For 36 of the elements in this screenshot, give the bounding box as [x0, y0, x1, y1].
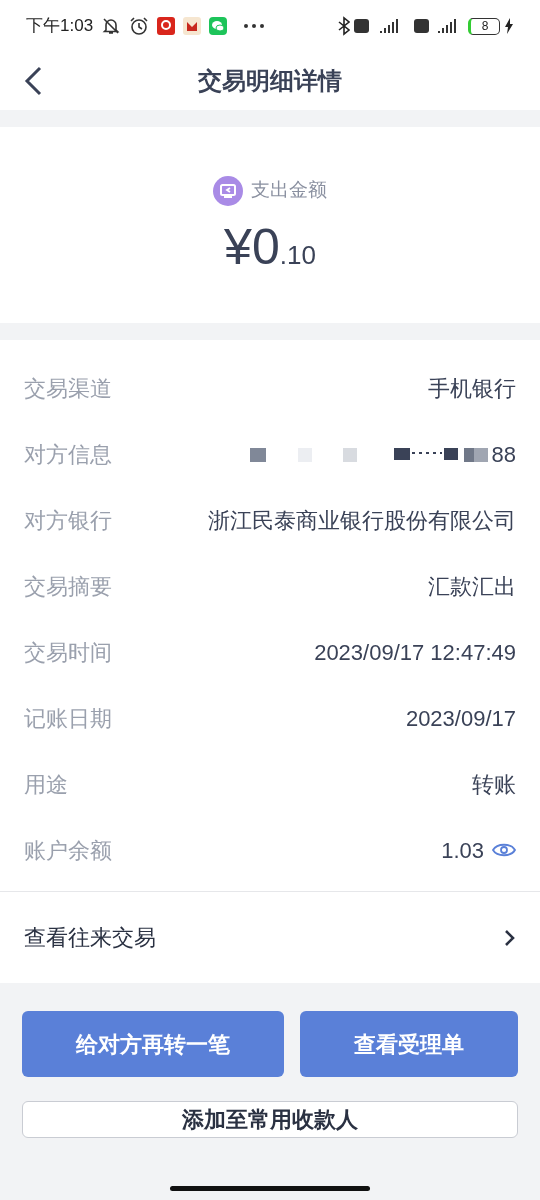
detail-label: 用途 — [24, 770, 68, 799]
history-link[interactable]: 查看往来交易 — [24, 921, 156, 954]
detail-label: 对方信息 — [24, 440, 112, 469]
app-icon — [157, 17, 176, 35]
detail-label: 交易摘要 — [24, 572, 112, 601]
status-time: 下午1:03 — [26, 15, 94, 38]
detail-value: 88 — [491, 440, 516, 469]
action-button[interactable]: 给对方再转一笔 — [22, 1011, 284, 1077]
page-title: 交易明细详情 — [198, 66, 342, 96]
detail-label: 账户余额 — [24, 836, 112, 865]
amount-value: ¥0.10 — [224, 221, 316, 275]
battery-icon: 8 — [468, 17, 500, 35]
action-button[interactable]: 添加至常用收款人 — [22, 1101, 518, 1138]
detail-label: 交易渠道 — [24, 374, 112, 403]
detail-value: 手机银行 — [428, 374, 516, 403]
detail-value: 2023/09/17 12:47:49 — [314, 638, 516, 667]
detail-label: 对方银行 — [24, 506, 112, 535]
detail-value: 1.03 — [441, 836, 484, 865]
detail-value: 浙江民泰商业银行股份有限公司 — [208, 506, 516, 535]
chevron-right-icon[interactable] — [504, 928, 516, 947]
detail-label: 交易时间 — [24, 638, 112, 667]
amount-label: 支出金额 — [251, 178, 327, 203]
bluetooth-icon — [338, 16, 350, 36]
eye-icon[interactable] — [492, 842, 516, 858]
chat-app-icon — [209, 17, 228, 35]
payment-icon — [213, 175, 243, 206]
detail-value: 转账 — [472, 770, 516, 799]
charging-icon — [504, 18, 514, 34]
alarm-icon — [129, 16, 150, 36]
detail-label: 记账日期 — [24, 704, 112, 733]
detail-value: 汇款汇出 — [428, 572, 516, 601]
more-icon — [243, 23, 266, 29]
app-icon — [183, 17, 202, 35]
muted-bell-icon — [101, 16, 122, 36]
action-button[interactable]: 查看受理单 — [300, 1011, 518, 1077]
detail-value: 2023/09/17 — [405, 704, 516, 733]
